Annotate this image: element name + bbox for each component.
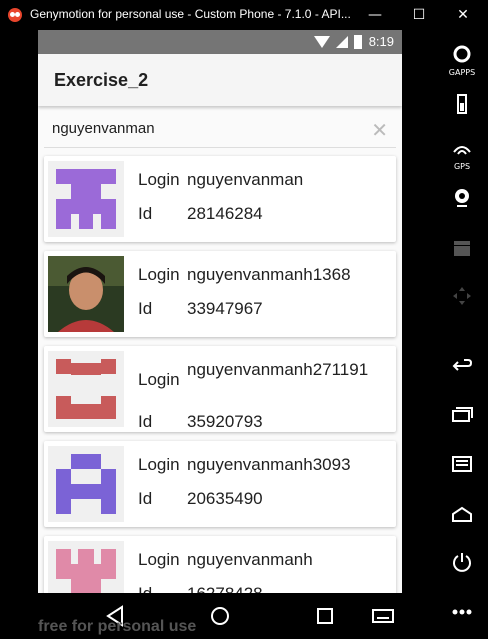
login-label: Login [138,550,180,569]
more-button[interactable] [447,600,477,630]
back-button[interactable] [447,354,477,384]
close-window-button[interactable]: ✕ [452,4,474,26]
avatar [48,446,124,522]
avatar [48,256,124,332]
battery-icon [457,94,467,114]
more-icon [452,609,472,615]
id-label: Id [138,489,153,508]
emulator-toolbar: GAPPS GPS [436,30,488,639]
home-button[interactable] [447,502,477,532]
gps-button[interactable]: GPS [447,138,477,171]
list-item[interactable]: Login nguyenvanmanh271191 Id 35920793 [44,346,396,432]
status-bar: 8:19 [38,30,402,54]
gps-icon [453,146,471,155]
app-bar: Exercise_2 [38,54,402,106]
login-value: nguyenvanmanh1368 [187,265,351,284]
clapperboard-icon [454,241,470,256]
id-value: 33947967 [187,299,263,318]
id-value: 20635490 [187,489,263,508]
gapps-icon [453,45,471,63]
window-title: Genymotion for personal use - Custom Pho… [30,7,351,21]
clear-icon[interactable]: ✕ [371,118,388,142]
menu-button[interactable] [447,452,477,482]
minimize-button[interactable]: — [364,4,386,26]
recent-apps-icon [452,407,473,422]
app-title: Exercise_2 [54,70,149,90]
list-item[interactable]: Login nguyenvanman Id 28146284 [44,156,396,242]
id-value: 16278428 [187,584,387,593]
login-label: Login [138,370,180,389]
id-value: 35920793 [187,412,263,431]
login-label: Login [138,170,180,189]
video-button[interactable] [447,236,477,266]
keyboard-icon[interactable] [370,603,396,629]
signal-icon [336,36,348,48]
avatar [48,161,124,237]
id-label: Id [138,584,152,593]
camera-button[interactable] [447,186,477,216]
device-screen: 8:19 Exercise_2 ✕ [38,30,402,593]
search-input[interactable] [52,120,352,137]
battery-button[interactable] [447,92,477,122]
status-time: 8:19 [368,34,394,49]
list-item[interactable]: Login nguyenvanmanh Id 16278428 [44,536,396,593]
home-icon [452,506,472,522]
dpad-icon [453,287,471,305]
wifi-icon [314,36,330,48]
id-label: Id [138,204,153,223]
id-label: Id [138,412,153,431]
id-value: 28146284 [187,204,263,223]
window-titlebar: Genymotion for personal use - Custom Pho… [0,0,488,30]
power-icon [453,553,471,572]
gapps-button[interactable]: GAPPS [447,44,477,77]
login-value: nguyenvanmanh [187,550,313,569]
recent-apps-button[interactable] [447,402,477,432]
gps-label: GPS [453,162,471,171]
login-value: nguyenvanmanh3093 [187,455,351,474]
avatar [48,541,124,593]
recents-icon[interactable] [312,603,338,629]
power-button[interactable] [447,550,477,580]
list-item[interactable]: Login nguyenvanmanh1368 Id 33947967 [44,251,396,337]
dpad-button[interactable] [447,284,477,314]
list-item[interactable]: Login nguyenvanmanh3093 Id 20635490 [44,441,396,527]
avatar [48,351,124,427]
login-value: nguyenvanmanh271191 [187,360,369,379]
return-icon [452,359,473,371]
menu-icon [452,456,472,472]
id-label: Id [138,299,153,318]
user-list[interactable]: Login nguyenvanman Id 28146284 Login ngu… [44,156,396,593]
maximize-button[interactable]: ☐ [408,4,430,26]
battery-icon [354,35,362,49]
watermark: free for personal use [38,618,197,635]
login-label: Login [138,455,180,474]
search-box: ✕ [44,114,396,148]
login-label: Login [138,265,180,284]
login-value: nguyenvanman [187,170,304,189]
genymotion-logo-icon [8,8,22,22]
gapps-label: GAPPS [448,68,476,77]
home-icon[interactable] [207,603,233,629]
webcam-icon [455,189,469,207]
